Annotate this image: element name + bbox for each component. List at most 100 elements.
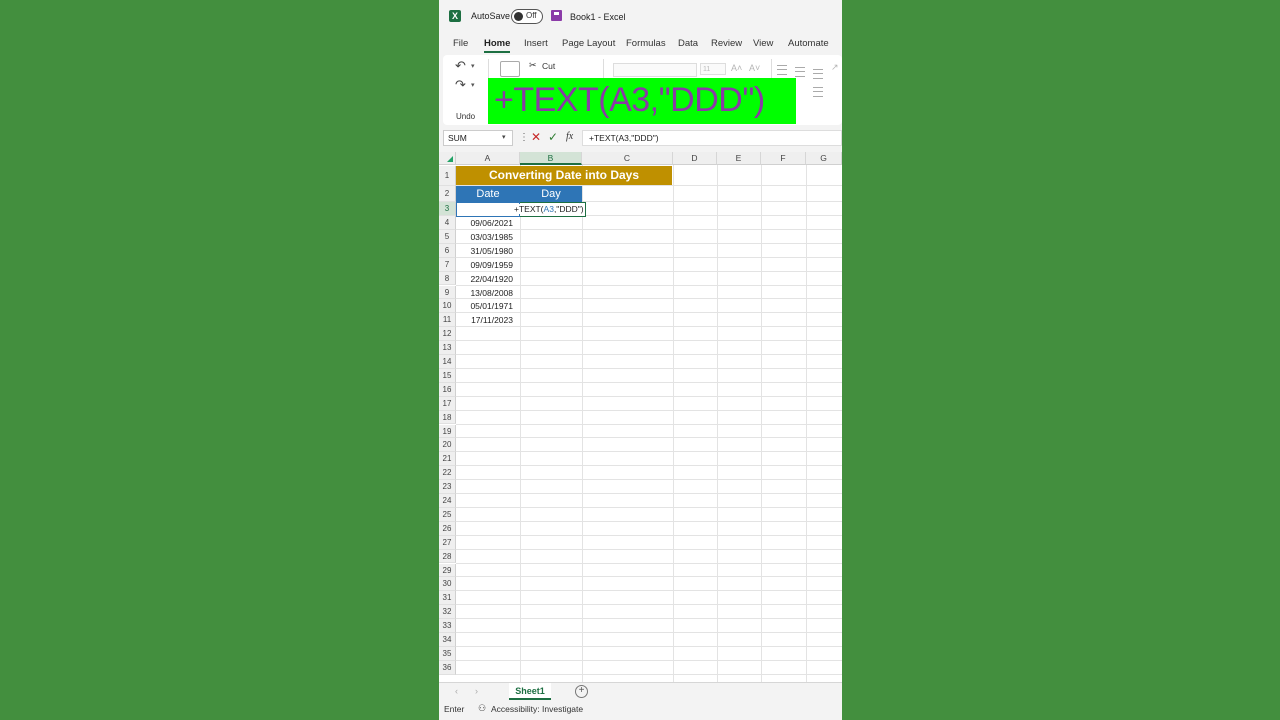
row-header-8[interactable]: 8 <box>439 271 456 286</box>
tab-data[interactable]: Data <box>678 38 698 49</box>
row-header-32[interactable]: 32 <box>439 605 456 620</box>
tab-file[interactable]: File <box>453 38 468 49</box>
row-header-21[interactable]: 21 <box>439 452 456 467</box>
font-name-box[interactable] <box>613 63 697 77</box>
row-header-7[interactable]: 7 <box>439 257 456 272</box>
row-header-16[interactable]: 16 <box>439 382 456 397</box>
row-header-20[interactable]: 20 <box>439 438 456 453</box>
row-header-10[interactable]: 10 <box>439 299 456 314</box>
day-header-cell[interactable]: Day <box>520 186 582 202</box>
align-middle-icon[interactable] <box>795 67 805 77</box>
row-header-25[interactable]: 25 <box>439 507 456 522</box>
row-header-28[interactable]: 28 <box>439 549 456 564</box>
row-header-5[interactable]: 5 <box>439 229 456 244</box>
date-cell[interactable]: 31/05/1980 <box>456 246 519 256</box>
chevron-down-icon[interactable]: ▾ <box>502 133 506 141</box>
prev-sheet-icon[interactable]: ‹ <box>455 686 458 696</box>
chevron-down-icon[interactable]: ▾ <box>471 62 475 70</box>
date-header-cell[interactable]: Date <box>456 186 520 202</box>
accessibility-status[interactable]: Accessibility: Investigate <box>491 704 583 714</box>
next-sheet-icon[interactable]: › <box>475 686 478 696</box>
row-header-6[interactable]: 6 <box>439 243 456 258</box>
cut-button[interactable]: Cut <box>542 61 555 71</box>
date-cell[interactable]: 22/04/1920 <box>456 274 519 284</box>
cell-edit-formula[interactable]: +TEXT(A3,"DDD") <box>514 204 584 214</box>
row-header-23[interactable]: 23 <box>439 480 456 494</box>
column-header-b[interactable]: B <box>520 152 582 165</box>
tab-automate[interactable]: Automate <box>788 38 829 49</box>
scissors-icon[interactable]: ✂ <box>529 60 537 71</box>
row-header-27[interactable]: 27 <box>439 535 456 550</box>
date-cell[interactable]: 09/06/2021 <box>456 218 519 228</box>
column-header-e[interactable]: E <box>717 152 761 165</box>
row-gridline <box>456 659 842 661</box>
increase-font-icon[interactable]: A˄ <box>731 63 742 73</box>
date-cell[interactable]: 17/11/2023 <box>456 315 519 325</box>
accessibility-icon[interactable]: ⚇ <box>478 703 486 714</box>
row-header-19[interactable]: 19 <box>439 424 456 439</box>
date-cell[interactable]: 09/09/1959 <box>456 260 519 270</box>
tab-formulas[interactable]: Formulas <box>626 38 666 49</box>
row-header-15[interactable]: 15 <box>439 368 456 383</box>
select-all-corner[interactable] <box>439 152 456 165</box>
row-header-34[interactable]: 34 <box>439 633 456 647</box>
row-header-17[interactable]: 17 <box>439 396 456 411</box>
save-icon[interactable] <box>551 10 562 21</box>
worksheet-grid[interactable]: A B C D E F G 1 2 3 4 5 6 7 8 9 10 11 12 13 14 15 16 17 1… <box>439 152 842 682</box>
row-header-35[interactable]: 35 <box>439 646 456 661</box>
column-header-a[interactable]: A <box>456 152 520 165</box>
undo-icon[interactable]: ↶ <box>455 58 466 74</box>
align-bottom-icon[interactable] <box>813 69 823 79</box>
column-header-g[interactable]: G <box>806 152 842 165</box>
autosave-toggle[interactable]: Off <box>511 9 543 24</box>
align-top-icon[interactable] <box>777 65 787 75</box>
align-right-icon[interactable] <box>813 87 823 97</box>
row-header-31[interactable]: 31 <box>439 591 456 606</box>
row-header-29[interactable]: 29 <box>439 563 456 578</box>
fx-icon[interactable]: fx <box>566 131 573 142</box>
tab-page-layout[interactable]: Page Layout <box>562 38 615 49</box>
formula-input[interactable]: +TEXT(A3,"DDD") <box>582 130 842 146</box>
sheet-title-cell[interactable]: Converting Date into Days <box>456 166 672 185</box>
tab-view[interactable]: View <box>753 38 773 49</box>
date-cell[interactable]: 03/03/1985 <box>456 232 519 242</box>
cancel-icon[interactable]: ✕ <box>531 130 541 144</box>
row-header-36[interactable]: 36 <box>439 660 456 675</box>
decrease-font-icon[interactable]: A˅ <box>749 63 760 73</box>
row-header-33[interactable]: 33 <box>439 619 456 633</box>
tab-review[interactable]: Review <box>711 38 742 49</box>
row-header-14[interactable]: 14 <box>439 355 456 369</box>
sheet-tab-sheet1[interactable]: Sheet1 <box>509 683 551 700</box>
column-header-c[interactable]: C <box>582 152 673 165</box>
tab-insert[interactable]: Insert <box>524 38 548 49</box>
redo-icon[interactable]: ↷ <box>455 77 466 93</box>
row-header-24[interactable]: 24 <box>439 494 456 508</box>
orientation-icon[interactable]: ↗ <box>831 62 839 73</box>
add-sheet-icon[interactable]: + <box>575 685 588 698</box>
row-gridline <box>456 576 842 578</box>
row-header-2[interactable]: 2 <box>439 186 456 202</box>
row-header-4[interactable]: 4 <box>439 216 456 230</box>
column-header-f[interactable]: F <box>761 152 806 165</box>
row-gridline <box>456 423 842 425</box>
row-header-30[interactable]: 30 <box>439 577 456 592</box>
row-gridline <box>456 520 842 522</box>
row-header-22[interactable]: 22 <box>439 466 456 481</box>
row-header-3[interactable]: 3 <box>439 202 456 216</box>
font-size-box[interactable]: 11 <box>700 63 726 75</box>
chevron-down-icon[interactable]: ▾ <box>471 81 475 89</box>
row-gridline <box>456 493 842 494</box>
date-cell[interactable]: 13/08/2008 <box>456 288 519 298</box>
column-header-d[interactable]: D <box>673 152 717 165</box>
row-header-11[interactable]: 11 <box>439 313 456 328</box>
tab-home[interactable]: Home <box>484 38 510 49</box>
paste-icon[interactable] <box>500 61 520 77</box>
row-header-1[interactable]: 1 <box>439 166 456 186</box>
row-header-13[interactable]: 13 <box>439 341 456 355</box>
enter-check-icon[interactable]: ✓ <box>548 130 558 144</box>
row-header-26[interactable]: 26 <box>439 521 456 536</box>
date-cell[interactable]: 05/01/1971 <box>456 301 519 311</box>
row-header-18[interactable]: 18 <box>439 410 456 425</box>
row-header-9[interactable]: 9 <box>439 285 456 300</box>
row-header-12[interactable]: 12 <box>439 327 456 342</box>
